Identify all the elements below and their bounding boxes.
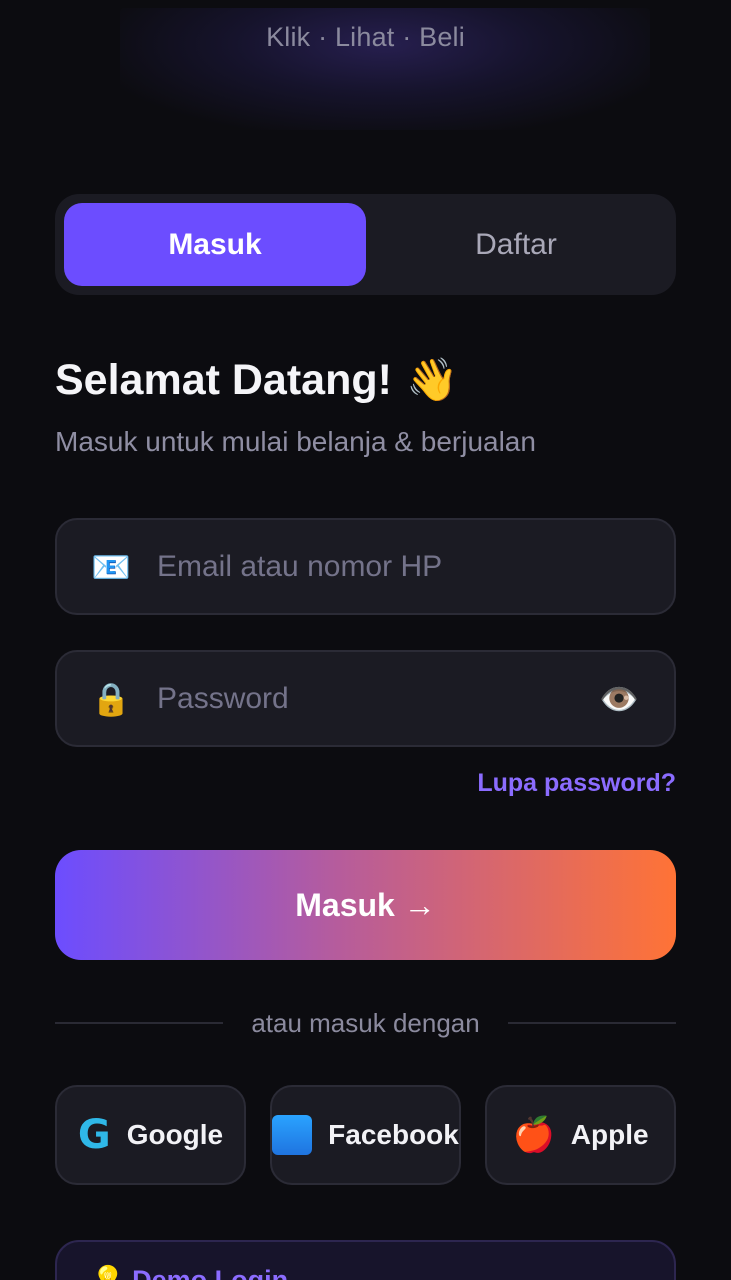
welcome-heading: Selamat Datang! 👋	[55, 356, 458, 405]
facebook-label: Facebook	[328, 1119, 459, 1150]
apple-label: Apple	[570, 1119, 649, 1150]
password-input[interactable]	[155, 680, 594, 717]
demo-info-label: Demo Login	[132, 1265, 289, 1280]
welcome-title-text: Selamat Datang!	[55, 356, 392, 404]
login-page: Klik · Lihat · Beli Masuk Daftar Selamat…	[0, 0, 731, 1280]
divider-label: atau masuk dengan	[251, 1007, 480, 1038]
email-icon: 📧	[91, 548, 131, 585]
forgot-password-link[interactable]: Lupa password?	[477, 769, 676, 798]
divider-line-left	[55, 1022, 224, 1024]
auth-tabs: Masuk Daftar	[55, 194, 676, 295]
facebook-login-button[interactable]: Facebook	[270, 1085, 461, 1185]
lightbulb-icon: 💡	[91, 1265, 125, 1280]
tagline: Klik · Lihat · Beli	[266, 22, 465, 52]
password-field: 🔒 👁️	[55, 650, 676, 747]
show-password-eye-icon[interactable]: 👁️	[594, 680, 644, 718]
demo-info-card: 💡 Demo Login	[55, 1240, 676, 1280]
welcome-subtitle: Masuk untuk mulai belanja & berjualan	[55, 426, 536, 457]
waving-hand-icon: 👋	[405, 356, 459, 403]
divider-line-right	[507, 1022, 677, 1024]
apple-login-button[interactable]: 🍎 Apple	[485, 1085, 676, 1185]
google-login-button[interactable]: G Google	[55, 1085, 246, 1185]
tab-register[interactable]: Daftar	[365, 203, 667, 286]
google-icon: G	[77, 1112, 111, 1158]
demo-info-text: 💡 Demo Login	[91, 1264, 288, 1280]
social-divider: atau masuk dengan	[55, 1006, 677, 1040]
login-submit-button[interactable]: Masuk →	[55, 850, 676, 960]
email-input[interactable]	[155, 548, 674, 585]
email-field: 📧	[55, 518, 676, 615]
lock-icon: 🔒	[91, 680, 131, 717]
google-label: Google	[126, 1119, 224, 1150]
apple-icon: 🍎	[512, 1116, 555, 1154]
tab-login[interactable]: Masuk	[64, 203, 366, 286]
facebook-icon	[272, 1115, 313, 1155]
